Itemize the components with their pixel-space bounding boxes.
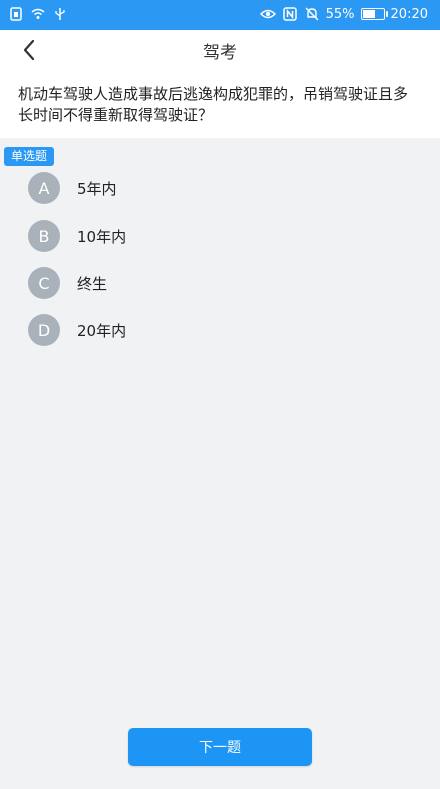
nfc-icon [282, 7, 297, 21]
status-right-icons: 55% 20:20 [259, 6, 428, 22]
status-bar: 55% 20:20 [0, 0, 440, 30]
option-letter: A [28, 172, 60, 204]
question-text: 机动车驾驶人造成事故后逃逸构成犯罪的，吊销驾驶证且多长时间不得重新取得驾驶证？ [18, 85, 409, 124]
mute-bell-icon [305, 7, 319, 21]
header: 驾考 [0, 30, 440, 70]
option-c[interactable]: C 终生 [28, 266, 107, 300]
option-text: 终生 [77, 274, 108, 293]
option-letter: C [28, 267, 60, 299]
battery-icon [360, 8, 388, 20]
options-area: 单选题 A 5年内 B 10年内 C 终生 D 20年内 [0, 138, 440, 789]
next-question-button[interactable]: 下一题 [128, 728, 312, 766]
option-a[interactable]: A 5年内 [28, 171, 117, 205]
option-b[interactable]: B 10年内 [28, 219, 126, 253]
usb-icon [55, 8, 65, 20]
sim-card-icon [10, 7, 22, 21]
eye-icon [259, 9, 276, 19]
page-title: 驾考 [203, 43, 237, 63]
option-letter: B [28, 220, 60, 252]
option-text: 20年内 [77, 321, 127, 340]
battery-percent: 55% [325, 6, 355, 22]
status-left-icons [8, 6, 68, 22]
option-text: 5年内 [77, 179, 117, 198]
status-time: 20:20 [390, 6, 428, 22]
question-panel: 机动车驾驶人造成事故后逃逸构成犯罪的，吊销驾驶证且多长时间不得重新取得驾驶证？ [0, 70, 440, 138]
option-text: 10年内 [77, 227, 127, 246]
option-d[interactable]: D 20年内 [28, 313, 126, 347]
question-type-badge: 单选题 [4, 147, 55, 166]
wifi-icon [31, 8, 45, 19]
option-letter: D [28, 314, 60, 346]
